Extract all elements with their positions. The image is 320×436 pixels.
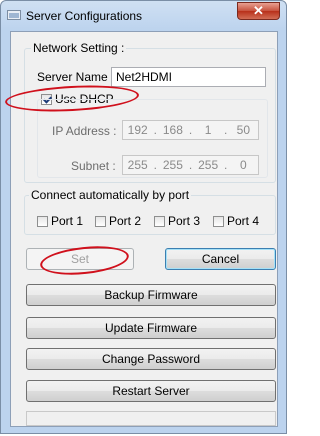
change-password-button[interactable]: Change Password	[26, 348, 276, 370]
ip-address-field[interactable]: 192. 168. 1. 50	[122, 120, 259, 140]
ip-octet-1: 192	[127, 123, 148, 137]
window-title: Server Configurations	[26, 9, 143, 23]
cancel-button[interactable]: Cancel	[165, 248, 276, 270]
port1-checkbox[interactable]: Port 1	[37, 214, 83, 228]
set-button[interactable]: Set	[26, 248, 134, 270]
close-button[interactable]: ✕	[237, 2, 280, 20]
port1-label: Port 1	[51, 214, 84, 228]
subnet-octet-4: 0	[239, 158, 247, 172]
window-app-icon	[7, 10, 21, 20]
server-name-field[interactable]: Net2HDMI	[111, 67, 266, 87]
subnet-octet-1: 255	[127, 158, 148, 172]
port1-check-icon	[37, 215, 48, 227]
connect-legend: Connect automatically by port	[29, 188, 192, 202]
port2-checkbox[interactable]: Port 2	[95, 214, 141, 228]
port4-label: Port 4	[227, 214, 260, 228]
subnet-label: Subnet :	[71, 159, 116, 173]
ip-octet-2: 168	[162, 123, 183, 137]
ip-address-label: IP Address :	[52, 124, 117, 138]
port3-checkbox[interactable]: Port 3	[154, 214, 200, 228]
backup-firmware-button[interactable]: Backup Firmware	[26, 284, 276, 306]
subnet-octet-3: 255	[198, 158, 219, 172]
update-firmware-button[interactable]: Update Firmware	[26, 317, 276, 339]
subnet-field[interactable]: 255. 255. 255. 0	[122, 155, 259, 175]
port2-label: Port 2	[109, 214, 142, 228]
port2-check-icon	[95, 215, 106, 227]
title-bar[interactable]: Server Configurations ✕	[1, 1, 286, 31]
restart-server-button[interactable]: Restart Server	[26, 380, 276, 402]
port3-label: Port 3	[168, 214, 201, 228]
close-icon: ✕	[253, 3, 264, 18]
port4-check-icon	[213, 215, 224, 227]
port3-check-icon	[154, 215, 165, 227]
subnet-octet-2: 255	[162, 158, 183, 172]
ip-octet-3: 1	[204, 123, 212, 137]
network-setting-legend: Network Setting :	[31, 41, 127, 55]
port4-checkbox[interactable]: Port 4	[213, 214, 259, 228]
status-bar	[26, 411, 276, 426]
ip-octet-4: 50	[236, 123, 250, 137]
server-name-label: Server Name :	[37, 70, 115, 84]
